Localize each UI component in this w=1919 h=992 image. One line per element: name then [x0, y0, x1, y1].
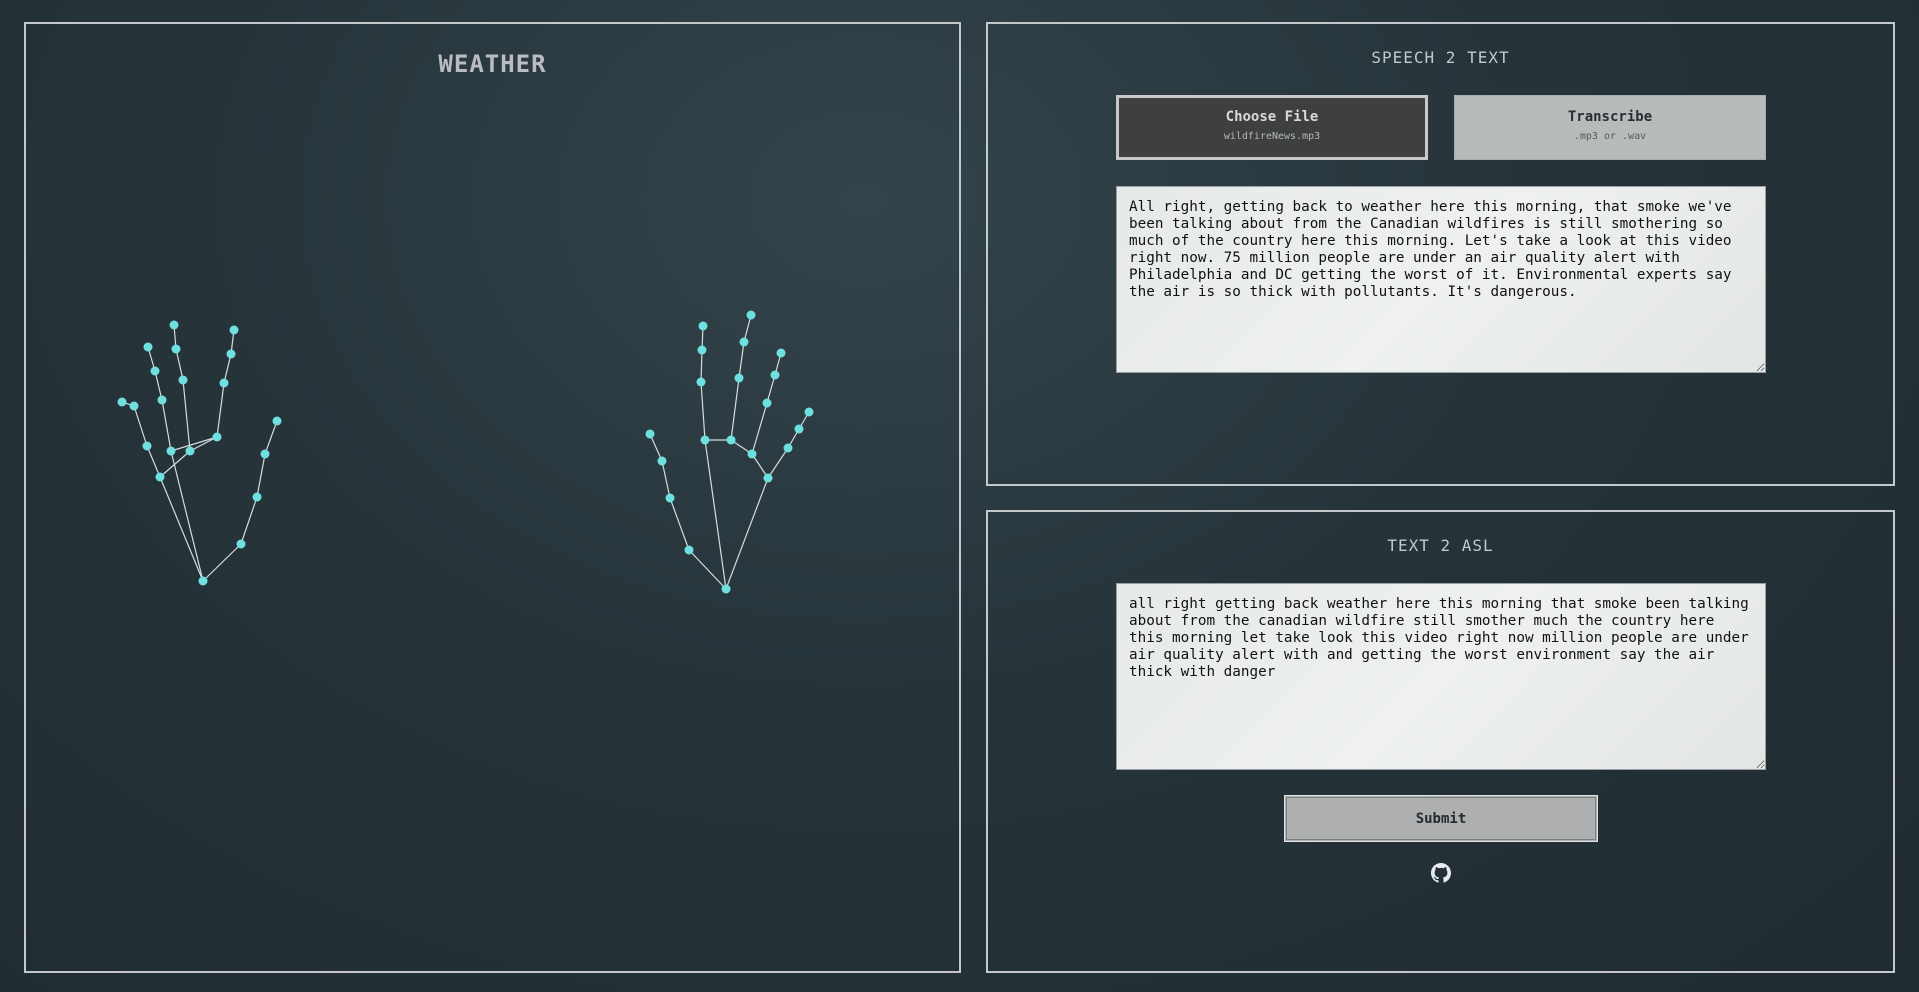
left-hand-landmark [219, 378, 229, 388]
right-hand-landmark [700, 435, 710, 445]
right-hand-landmark [697, 345, 707, 355]
file-format-hint: .mp3 or .wav [1573, 131, 1647, 142]
right-hand-landmark [739, 337, 749, 347]
right-hand-landmark [747, 449, 757, 459]
left-hand-landmark [260, 449, 270, 459]
asl-panel-title: TEXT 2 ASL [1387, 536, 1494, 555]
transcript-textarea[interactable]: All right, getting back to weather here … [1116, 186, 1766, 373]
left-hand-skeleton [117, 320, 282, 586]
choose-file-label: Choose File [1225, 109, 1319, 125]
right-hand-skeleton [645, 310, 814, 594]
right-hand-landmark [776, 348, 786, 358]
right-hand-landmark [763, 473, 773, 483]
right-hand-bone [700, 349, 703, 383]
right-hand-bone [669, 497, 690, 551]
left-hand-landmark [226, 349, 236, 359]
left-hand-bone [161, 399, 172, 452]
right-hand-landmark [770, 370, 780, 380]
right-hand-bone [661, 460, 671, 499]
text-to-asl-panel: TEXT 2 ASL all right getting back weathe… [986, 510, 1895, 973]
left-hand-landmark [143, 342, 153, 352]
hand-animation-panel: WEATHER [24, 22, 961, 973]
right-hand-bone [730, 377, 740, 441]
speech-panel-title: SPEECH 2 TEXT [1371, 48, 1510, 67]
right-hand-bone [751, 402, 768, 455]
left-hand-bone [216, 382, 225, 438]
left-hand-bone [159, 450, 191, 478]
speech-to-text-panel: SPEECH 2 TEXT Choose File wildfireNews.m… [986, 22, 1895, 486]
left-hand-bone [146, 445, 161, 478]
left-hand-bone [256, 453, 266, 498]
right-hand-landmark [804, 407, 814, 417]
transcribe-button[interactable]: Transcribe .mp3 or .wav [1454, 95, 1766, 160]
right-hand-landmark [665, 493, 675, 503]
left-hand-landmark [178, 375, 188, 385]
right-hand-landmark [783, 443, 793, 453]
hand-skeleton-canvas [117, 310, 814, 594]
left-hand-landmark [229, 325, 239, 335]
right-hand-landmark [794, 424, 804, 434]
right-hand-landmark [696, 377, 706, 387]
left-hand-bone [175, 348, 184, 381]
github-icon[interactable] [1431, 863, 1451, 883]
right-hand-landmark [684, 545, 694, 555]
right-hand-landmark [734, 373, 744, 383]
choose-file-button[interactable]: Choose File wildfireNews.mp3 [1116, 95, 1428, 160]
left-hand-landmark [157, 395, 167, 405]
left-hand-landmark [212, 432, 222, 442]
transcribe-label: Transcribe [1567, 109, 1653, 125]
right-hand-bone [738, 341, 745, 379]
left-hand-landmark [117, 397, 127, 407]
right-hand-bone [688, 549, 727, 590]
right-hand-bone [704, 439, 727, 590]
left-hand-landmark [155, 472, 165, 482]
right-hand-landmark [726, 435, 736, 445]
right-hand-landmark [746, 310, 756, 320]
left-hand-landmark [272, 416, 282, 426]
right-hand-bone [700, 381, 706, 441]
left-hand-landmark [166, 446, 176, 456]
left-hand-landmark [185, 446, 195, 456]
left-hand-landmark [198, 576, 208, 586]
left-hand-landmark [252, 492, 262, 502]
left-hand-landmark [169, 320, 179, 330]
left-hand-bone [202, 543, 242, 582]
left-hand-landmark [129, 401, 139, 411]
left-hand-landmark [171, 344, 181, 354]
right-hand-landmark [721, 584, 731, 594]
left-hand-bone [264, 420, 278, 455]
left-hand-landmark [150, 366, 160, 376]
right-hand-bone [767, 447, 789, 479]
left-hand-bone [182, 379, 191, 452]
left-hand-bone [133, 405, 148, 447]
left-hand-landmark [142, 441, 152, 451]
left-hand-landmark [236, 539, 246, 549]
submit-button[interactable]: Submit [1284, 795, 1598, 842]
right-hand-landmark [762, 398, 772, 408]
right-hand-landmark [698, 321, 708, 331]
right-hand-landmark [645, 429, 655, 439]
right-hand-landmark [657, 456, 667, 466]
right-hand-bone [725, 477, 769, 590]
left-hand-bone [240, 496, 258, 545]
asl-gloss-textarea[interactable]: all right getting back weather here this… [1116, 583, 1766, 770]
selected-filename: wildfireNews.mp3 [1223, 131, 1321, 142]
